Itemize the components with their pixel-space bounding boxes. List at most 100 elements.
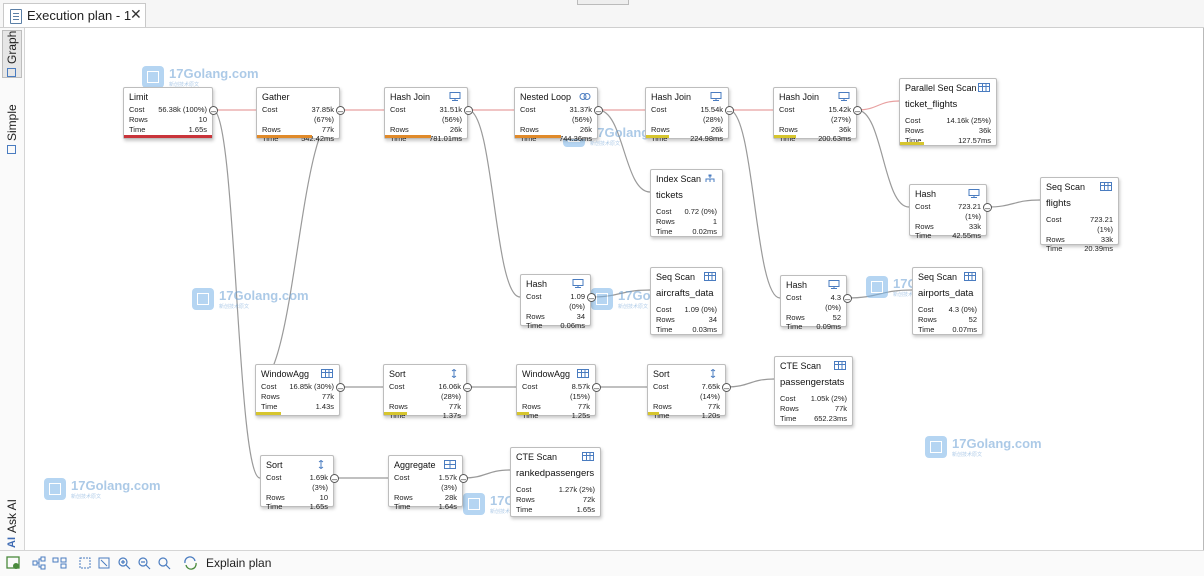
- plan-node-ss_fl[interactable]: Seq Scan flights Cost 723.21 (1%) Rows 33k …: [1040, 177, 1119, 253]
- node-stats: Cost 1.09 (0%) Rows 34 Time 0.03ms: [656, 305, 717, 334]
- zoom-out-icon[interactable]: [137, 556, 152, 570]
- table-icon: [1100, 182, 1112, 191]
- node-title: Hash: [526, 279, 548, 289]
- plan-node-hash3[interactable]: Hash Cost 4.3 (0%) Rows 52 Time 0.09ms: [780, 275, 847, 331]
- collapse-toggle[interactable]: –: [336, 383, 345, 393]
- node-stats: Cost 15.42k (27%) Rows 36k Time 200.63ms: [779, 105, 851, 144]
- plan-node-is[interactable]: Index Scan tickets Cost 0.72 (0%) Rows 1 Ti…: [650, 169, 723, 237]
- time-value: 127.57ms: [958, 135, 991, 145]
- ai-icon: AI: [6, 537, 18, 548]
- collapse-toggle[interactable]: –: [336, 106, 345, 116]
- node-title: CTE Scan: [780, 361, 822, 371]
- node-stats: Cost 14.16k (25%) Rows 36k Time 127.57ms: [905, 116, 991, 145]
- node-title: Sort: [389, 369, 406, 379]
- collapse-toggle[interactable]: –: [463, 383, 472, 393]
- plan-node-ss_ac[interactable]: Seq Scan aircrafts_data Cost 1.09 (0%) Row…: [650, 267, 723, 335]
- tab-simple[interactable]: Simple: [2, 94, 22, 154]
- hash-icon: [828, 280, 840, 289]
- node-stats: Cost 37.85k (67%) Rows 77k Time 542.42ms: [262, 105, 334, 144]
- collapse-toggle[interactable]: –: [594, 106, 603, 116]
- plan-node-nl[interactable]: Nested Loop Cost 31.37k (56%) Rows 26k Tim…: [514, 87, 598, 143]
- tab-ask-ai[interactable]: AI Ask AI: [2, 492, 22, 548]
- layout-horizontal-icon[interactable]: [52, 556, 67, 570]
- cost-value: 8.57k (15%): [569, 382, 590, 401]
- plan-node-hash2[interactable]: Hash Cost 1.09 (0%) Rows 34 Time 0.06ms: [520, 274, 591, 330]
- plan-node-sort1[interactable]: Sort Cost 16.06k (28%) Rows 77k Time 1.37s: [383, 364, 467, 420]
- plan-node-hj1[interactable]: Hash Join Cost 31.51k (56%) Rows 26k Time 7…: [384, 87, 468, 143]
- document-icon: [10, 9, 22, 24]
- rows-label: Rows: [129, 114, 148, 124]
- collapse-toggle[interactable]: –: [843, 294, 852, 304]
- rows-label: Rows: [389, 401, 408, 411]
- collapse-toggle[interactable]: –: [722, 383, 731, 393]
- plan-node-sort3[interactable]: Sort Cost 1.69k (3%) Rows 10 Time 1.65s: [260, 455, 334, 511]
- layout-tree-icon[interactable]: [32, 556, 47, 570]
- collapse-toggle[interactable]: –: [983, 203, 992, 213]
- time-label: Time: [656, 324, 673, 334]
- hash-join-icon: [838, 92, 850, 101]
- rows-value: 1: [712, 216, 717, 226]
- cost-label: Cost: [786, 293, 802, 302]
- zoom-reset-icon[interactable]: [157, 556, 172, 570]
- bottom-toolbar: Explain plan: [0, 550, 1204, 576]
- cost-label: Cost: [520, 105, 536, 114]
- plan-node-cte2[interactable]: CTE Scan rankedpassengers Cost 1.27k (2%) …: [510, 447, 601, 517]
- plan-node-limit[interactable]: Limit Cost 56.38k (100%) Rows 10 Time 1.65s: [123, 87, 213, 139]
- plan-node-pss[interactable]: Parallel Seq Scan ticket_flights Cost 14.1…: [899, 78, 997, 146]
- collapse-toggle[interactable]: –: [725, 106, 734, 116]
- cost-label: Cost: [780, 394, 796, 403]
- node-stats: Cost 4.3 (0%) Rows 52 Time 0.07ms: [918, 305, 977, 334]
- splitter-handle[interactable]: [577, 0, 629, 5]
- time-value: 1.25s: [571, 411, 590, 421]
- node-relation: flights: [1046, 198, 1071, 209]
- collapse-toggle[interactable]: –: [464, 106, 473, 116]
- plan-node-sort2[interactable]: Sort Cost 7.65k (14%) Rows 77k Time 1.20s: [647, 364, 726, 420]
- rows-label: Rows: [526, 311, 545, 321]
- actual-size-icon[interactable]: [97, 556, 112, 570]
- simple-label: Simple: [5, 104, 19, 141]
- tab-execution-plan[interactable]: Execution plan - 1 ✕: [3, 3, 146, 27]
- plan-node-hj2[interactable]: Hash Join Cost 15.54k (28%) Rows 26k Time 2…: [645, 87, 729, 143]
- cost-label: Cost: [526, 292, 542, 301]
- plan-node-agg[interactable]: Aggregate Cost 1.57k (3%) Rows 28k Time 1.6…: [388, 455, 463, 511]
- explain-plan-icon[interactable]: [183, 556, 198, 570]
- node-stats: Cost 1.69k (3%) Rows 10 Time 1.65s: [266, 473, 328, 512]
- time-value: 1.43s: [315, 401, 334, 411]
- collapse-toggle[interactable]: –: [853, 106, 862, 116]
- node-title: Hash: [786, 280, 808, 290]
- zoom-in-icon[interactable]: [117, 556, 132, 570]
- time-label: Time: [129, 124, 146, 134]
- rows-label: Rows: [918, 314, 937, 324]
- rows-value: 34: [708, 314, 717, 324]
- explain-plan-button[interactable]: Explain plan: [206, 556, 271, 570]
- plan-node-cte1[interactable]: CTE Scan passengerstats Cost 1.05k (2%) Ro…: [774, 356, 853, 426]
- plan-node-wa1[interactable]: WindowAgg Cost 16.85k (30%) Rows 77k Time 1…: [255, 364, 340, 416]
- node-title: Sort: [266, 460, 283, 470]
- plan-node-ss_ap[interactable]: Seq Scan airports_data Cost 4.3 (0%) Rows 5…: [912, 267, 983, 335]
- collapse-toggle[interactable]: –: [330, 474, 339, 484]
- plan-node-wa2[interactable]: WindowAgg Cost 8.57k (15%) Rows 77k Time 1.…: [516, 364, 596, 420]
- plan-node-hj3[interactable]: Hash Join Cost 15.42k (27%) Rows 36k Time 2…: [773, 87, 857, 143]
- time-label: Time: [394, 502, 411, 512]
- cost-label: Cost: [262, 105, 278, 114]
- tab-graph[interactable]: Graph: [2, 30, 22, 78]
- close-icon[interactable]: ✕: [130, 6, 142, 23]
- collapse-toggle[interactable]: –: [587, 293, 596, 303]
- rows-value: 26k: [449, 124, 462, 134]
- node-title: Seq Scan: [918, 272, 958, 282]
- refresh-plan-icon[interactable]: [6, 556, 21, 570]
- cost-value: 1.05k (2%): [810, 394, 847, 403]
- plan-node-gather[interactable]: Gather Cost 37.85k (67%) Rows 77k Time 542.…: [256, 87, 340, 143]
- cost-bar: [517, 412, 529, 415]
- index-icon: [705, 174, 715, 182]
- collapse-toggle[interactable]: –: [459, 474, 468, 484]
- fit-to-screen-icon[interactable]: [78, 556, 93, 570]
- collapse-toggle[interactable]: –: [592, 383, 601, 393]
- table-icon: [704, 272, 716, 281]
- node-stats: Cost 8.57k (15%) Rows 77k Time 1.25s: [522, 382, 590, 421]
- node-stats: Cost 56.38k (100%) Rows 10 Time 1.65s: [129, 105, 207, 134]
- ask-ai-label: Ask AI: [5, 498, 19, 533]
- plan-node-hash1[interactable]: Hash Cost 723.21 (1%) Rows 33k Time 42.55ms: [909, 184, 987, 240]
- collapse-toggle[interactable]: –: [209, 106, 218, 116]
- node-stats: Cost 1.57k (3%) Rows 28k Time 1.64s: [394, 473, 457, 512]
